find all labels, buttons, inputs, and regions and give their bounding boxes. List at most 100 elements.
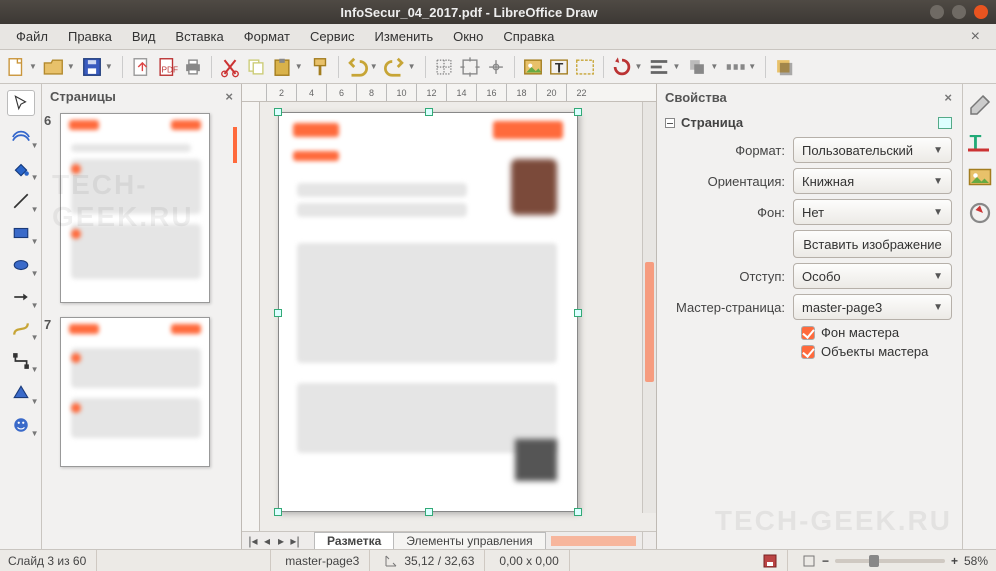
paste-dropdown[interactable]: ▼ <box>295 62 303 71</box>
tab-controls[interactable]: Элементы управления <box>393 532 545 549</box>
snap-button[interactable] <box>458 55 482 79</box>
canvas-viewport[interactable] <box>242 102 656 531</box>
menu-insert[interactable]: Вставка <box>165 26 233 47</box>
menu-window[interactable]: Окно <box>443 26 493 47</box>
background-row: Фон: Нет▼ <box>665 199 952 225</box>
sidebar-gallery-icon[interactable] <box>968 166 992 188</box>
line-color-tool[interactable]: ▼ <box>7 126 35 148</box>
margin-select[interactable]: Особо▼ <box>793 263 952 289</box>
line-tool[interactable]: ▼ <box>7 190 35 212</box>
ellipse-tool[interactable]: ▼ <box>7 254 35 276</box>
insert-image-button[interactable]: Вставить изображение <box>793 230 952 258</box>
basic-shapes-tool[interactable]: ▼ <box>7 382 35 404</box>
page-thumb[interactable]: 7 <box>60 317 233 467</box>
orientation-select[interactable]: Книжная▼ <box>793 168 952 194</box>
export-button[interactable] <box>129 55 153 79</box>
zoom-out-button[interactable]: − <box>822 554 829 568</box>
sidebar-styles-icon[interactable]: T <box>968 130 992 152</box>
undo-button[interactable] <box>345 55 369 79</box>
export-pdf-button[interactable]: PDF <box>155 55 179 79</box>
collapse-icon[interactable] <box>665 118 675 128</box>
menu-help[interactable]: Справка <box>493 26 564 47</box>
nav-next-button[interactable]: ▸ <box>274 534 288 548</box>
insert-frame-button[interactable] <box>573 55 597 79</box>
rotate-button[interactable] <box>610 55 634 79</box>
shadow-button[interactable] <box>772 55 796 79</box>
cut-button[interactable] <box>218 55 242 79</box>
arrange-dropdown[interactable]: ▼ <box>710 62 718 71</box>
pages-thumbs-list[interactable]: 6 7 <box>42 109 241 549</box>
open-button[interactable] <box>42 55 66 79</box>
window-title: InfoSecur_04_2017.pdf - LibreOffice Draw <box>8 5 930 20</box>
nav-last-button[interactable]: ▸| <box>288 534 302 548</box>
zoom-value[interactable]: 58% <box>964 554 988 568</box>
symbol-shapes-tool[interactable]: ▼ <box>7 414 35 436</box>
redo-button[interactable] <box>383 55 407 79</box>
vertical-scrollbar[interactable] <box>642 102 656 513</box>
new-dropdown[interactable]: ▼ <box>29 62 37 71</box>
close-document-button[interactable]: × <box>961 28 990 46</box>
drawing-page[interactable] <box>278 112 578 512</box>
master-objects-checkbox[interactable]: Объекты мастера <box>801 344 952 359</box>
connector-tool[interactable]: ▼ <box>7 350 35 372</box>
distribute-dropdown[interactable]: ▼ <box>748 62 756 71</box>
align-dropdown[interactable]: ▼ <box>672 62 680 71</box>
fit-page-icon[interactable] <box>802 554 816 568</box>
curve-tool[interactable]: ▼ <box>7 318 35 340</box>
sidebar-navigator-icon[interactable] <box>968 202 992 224</box>
horizontal-ruler[interactable]: 2 4 6 8 10 12 14 16 18 20 22 <box>242 84 656 102</box>
page-thumb[interactable]: 6 <box>60 113 233 303</box>
master-background-checkbox[interactable]: Фон мастера <box>801 325 952 340</box>
vertical-ruler[interactable] <box>242 102 260 531</box>
minimize-button[interactable] <box>930 5 944 19</box>
undo-dropdown[interactable]: ▼ <box>370 62 378 71</box>
zoom-slider[interactable] <box>835 559 945 563</box>
save-button[interactable] <box>80 55 104 79</box>
section-title-row[interactable]: Страница <box>665 113 952 132</box>
insert-image-button[interactable] <box>521 55 545 79</box>
pages-panel-close-icon[interactable]: × <box>225 89 233 104</box>
status-slide[interactable]: Слайд 3 из 60 <box>8 550 97 571</box>
distribute-button[interactable] <box>723 55 747 79</box>
menu-format[interactable]: Формат <box>234 26 300 47</box>
maximize-button[interactable] <box>952 5 966 19</box>
paste-button[interactable] <box>270 55 294 79</box>
align-button[interactable] <box>647 55 671 79</box>
open-dropdown[interactable]: ▼ <box>67 62 75 71</box>
properties-panel-close-icon[interactable]: × <box>944 90 952 105</box>
redo-dropdown[interactable]: ▼ <box>408 62 416 71</box>
section-more-icon[interactable] <box>938 117 952 129</box>
save-dropdown[interactable]: ▼ <box>105 62 113 71</box>
status-master[interactable]: master-page3 <box>285 550 370 571</box>
new-button[interactable] <box>4 55 28 79</box>
rectangle-tool[interactable]: ▼ <box>7 222 35 244</box>
background-select[interactable]: Нет▼ <box>793 199 952 225</box>
select-tool[interactable] <box>7 90 35 116</box>
rotate-dropdown[interactable]: ▼ <box>635 62 643 71</box>
print-button[interactable] <box>181 55 205 79</box>
grid-button[interactable] <box>432 55 456 79</box>
menu-edit[interactable]: Правка <box>58 26 122 47</box>
nav-prev-button[interactable]: ◂ <box>260 534 274 548</box>
status-save-icon[interactable] <box>763 550 788 571</box>
menu-view[interactable]: Вид <box>122 26 166 47</box>
insert-textbox-button[interactable]: T <box>547 55 571 79</box>
arrange-button[interactable] <box>685 55 709 79</box>
copy-button[interactable] <box>244 55 268 79</box>
tab-layout[interactable]: Разметка <box>314 532 394 549</box>
sidebar-properties-icon[interactable] <box>968 94 992 116</box>
guides-button[interactable] <box>484 55 508 79</box>
zoom-in-button[interactable]: + <box>951 554 958 568</box>
clone-format-button[interactable] <box>308 55 332 79</box>
masterpage-select[interactable]: master-page3▼ <box>793 294 952 320</box>
menu-modify[interactable]: Изменить <box>364 26 443 47</box>
menu-file[interactable]: Файл <box>6 26 58 47</box>
close-window-button[interactable] <box>974 5 988 19</box>
zoom-control[interactable]: − + 58% <box>802 554 988 568</box>
fill-color-tool[interactable]: ▼ <box>7 158 35 180</box>
menu-tools[interactable]: Сервис <box>300 26 365 47</box>
horizontal-scrollbar[interactable] <box>551 536 636 546</box>
arrow-tool[interactable]: ▼ <box>7 286 35 308</box>
nav-first-button[interactable]: |◂ <box>246 534 260 548</box>
format-select[interactable]: Пользовательский▼ <box>793 137 952 163</box>
